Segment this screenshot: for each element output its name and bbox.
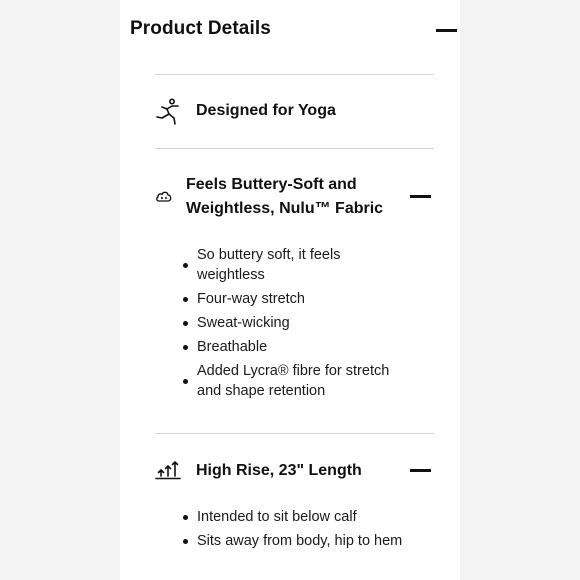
collapse-high-rise-button[interactable] (410, 469, 431, 472)
nulu-fabric-feature-list: So buttery soft, it feels weightless Fou… (183, 245, 412, 405)
cloud-icon (156, 191, 172, 202)
divider (155, 74, 434, 75)
list-item: Sweat-wicking (183, 313, 412, 333)
list-item: Four-way stretch (183, 289, 412, 309)
list-item: Sits away from body, hip to hem (183, 531, 437, 551)
collapse-nulu-fabric-button[interactable] (410, 195, 431, 198)
high-rise-feature-list: Intended to sit below calf Sits away fro… (183, 507, 437, 555)
section-title-designed-for-yoga[interactable]: Designed for Yoga (196, 99, 336, 123)
product-details-title: Product Details (130, 18, 271, 39)
list-item: Breathable (183, 337, 412, 357)
section-title-high-rise[interactable]: High Rise, 23" Length (196, 459, 362, 483)
list-item: So buttery soft, it feels weightless (183, 245, 412, 285)
divider (155, 148, 434, 149)
section-title-nulu-fabric[interactable]: Feels Buttery-Soft and Weightless, Nulu™… (186, 173, 391, 221)
divider (155, 433, 434, 434)
list-item: Intended to sit below calf (183, 507, 437, 527)
yoga-pose-icon (156, 98, 179, 125)
rise-arrows-icon (155, 461, 181, 480)
list-item: Added Lycra® fibre for stretch and shape… (183, 361, 412, 401)
collapse-product-details-button[interactable] (436, 29, 457, 32)
